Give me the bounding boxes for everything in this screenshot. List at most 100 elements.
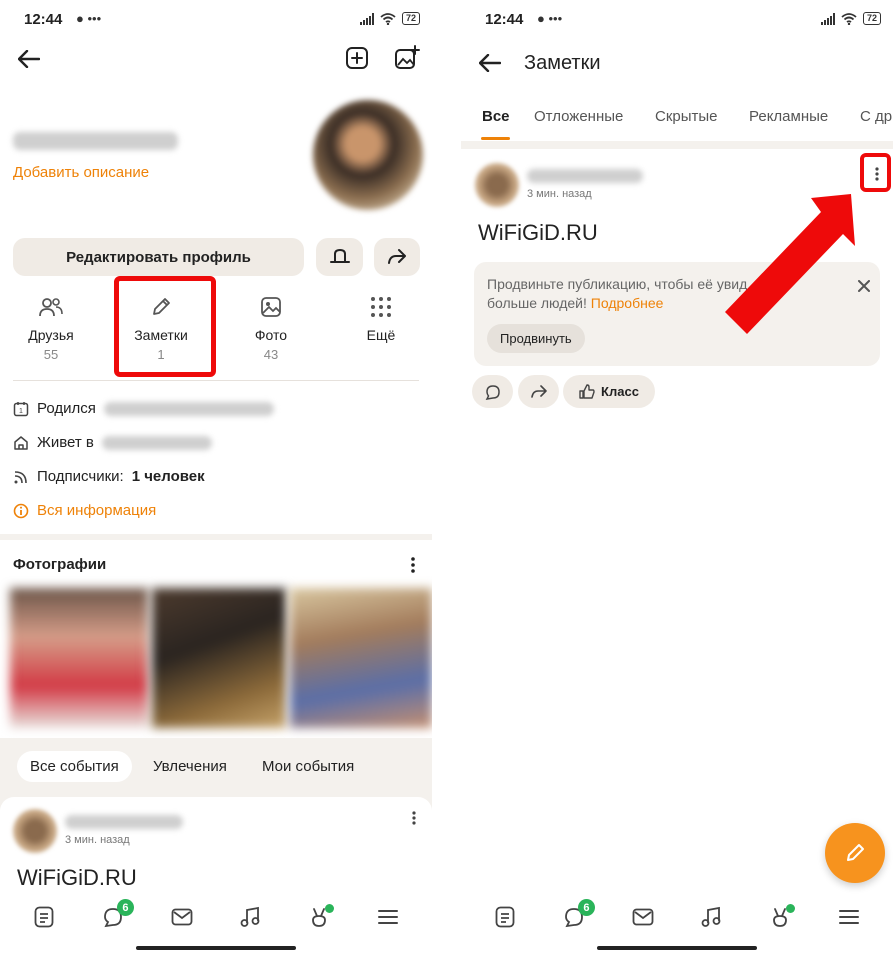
nav-chat-icon[interactable]: 6	[98, 899, 134, 932]
post-menu-icon[interactable]	[405, 809, 423, 827]
post-author-name[interactable]	[527, 169, 643, 183]
nav-music-icon[interactable]	[235, 902, 265, 932]
games-dot	[785, 904, 795, 913]
promo-text: Продвиньте публикацию, чтобы её увид бол…	[487, 275, 747, 313]
post-time: 3 мин. назад	[65, 834, 130, 846]
home-icon	[14, 435, 28, 450]
chip-all-events[interactable]: Все события	[17, 751, 132, 782]
post-avatar[interactable]	[475, 163, 519, 207]
profile-name	[13, 132, 178, 155]
status-bar: 12:44 ● ••• 72	[0, 0, 432, 38]
photos-title: Фотографии	[13, 556, 107, 573]
signal-icon	[359, 12, 374, 25]
chat-badge: 6	[116, 899, 134, 916]
status-time: 12:44	[485, 11, 524, 28]
promo-line-1: Продвиньте публикацию, чтобы её увид	[487, 276, 748, 292]
feed-post-card: 3 мин. назад WiFiGiD.RU	[0, 797, 432, 897]
stat-label: Ещё	[366, 327, 396, 343]
photos-menu-icon[interactable]	[404, 556, 422, 574]
lives-label: Живет в	[37, 434, 94, 451]
nav-menu-icon[interactable]	[373, 902, 403, 932]
divider	[13, 380, 419, 381]
status-time: 12:44	[24, 11, 63, 28]
stat-label: Фото	[254, 327, 288, 343]
wifi-icon	[380, 12, 396, 25]
info-followers[interactable]: Подписчики: 1 человек	[13, 468, 205, 485]
promote-button[interactable]: Продвинуть	[487, 324, 585, 353]
class-label: Класс	[601, 384, 639, 399]
profile-avatar[interactable]	[313, 100, 423, 210]
status-right: 72	[820, 12, 881, 25]
nav-mail-icon[interactable]	[167, 902, 197, 932]
section-divider	[461, 141, 893, 149]
home-indicator	[597, 946, 757, 950]
bottom-nav: 6	[0, 892, 432, 942]
stat-more[interactable]: Ещё	[341, 296, 421, 343]
status-right: 72	[359, 12, 420, 25]
nav-mail-icon[interactable]	[628, 902, 658, 932]
stat-label: Друзья	[28, 327, 74, 343]
share-button[interactable]	[374, 238, 420, 276]
photo-thumb[interactable]	[10, 588, 148, 728]
compose-fab[interactable]	[825, 823, 885, 883]
edit-profile-button[interactable]: Редактировать профиль	[13, 238, 304, 276]
info-lives: Живет в	[13, 434, 212, 451]
info-born: 1 Родился	[13, 400, 274, 417]
all-info-link[interactable]: Вся информация	[13, 502, 156, 519]
hat-button[interactable]	[316, 238, 363, 276]
nav-games-icon[interactable]	[304, 902, 334, 932]
nav-feed-icon[interactable]	[490, 902, 520, 932]
chip-hobbies[interactable]: Увлечения	[140, 751, 240, 782]
rss-icon	[14, 470, 27, 483]
svg-text:1: 1	[19, 408, 23, 415]
nav-feed-icon[interactable]	[29, 902, 59, 932]
nav-games-icon[interactable]	[765, 902, 795, 932]
post-avatar[interactable]	[13, 809, 57, 853]
born-label: Родился	[37, 400, 96, 417]
class-like-button[interactable]: Класс	[563, 375, 655, 408]
stat-photos[interactable]: Фото 43	[231, 296, 311, 362]
tab-hidden[interactable]: Скрытые	[655, 108, 718, 125]
add-square-icon[interactable]	[343, 44, 371, 72]
share-arrow-icon	[530, 384, 547, 398]
red-arrow-annotation	[725, 194, 855, 334]
back-arrow-icon[interactable]	[475, 48, 505, 78]
photo-thumb[interactable]	[152, 588, 286, 728]
grid-icon	[371, 297, 391, 317]
home-indicator	[136, 946, 296, 950]
photo-thumb[interactable]	[290, 588, 432, 728]
nav-menu-icon[interactable]	[834, 902, 864, 932]
hat-icon	[329, 248, 350, 263]
section-divider	[0, 534, 432, 540]
born-value	[103, 401, 274, 416]
nav-music-icon[interactable]	[696, 902, 726, 932]
promo-more-link[interactable]: Подробнее	[591, 295, 664, 311]
pencil-icon	[847, 844, 864, 861]
chip-my-events[interactable]: Мои события	[249, 751, 367, 782]
stat-count: 55	[43, 347, 59, 362]
friends-icon	[39, 298, 63, 317]
tab-other[interactable]: С др	[860, 108, 892, 125]
comment-button[interactable]	[472, 375, 513, 408]
left-screen: 12:44 ● ••• 72 Добавить описание Редакти…	[0, 0, 432, 960]
add-description-link[interactable]: Добавить описание	[13, 164, 149, 181]
notification-icons: ● •••	[537, 11, 563, 26]
tab-all[interactable]: Все	[482, 108, 510, 125]
nav-chat-icon[interactable]: 6	[559, 899, 595, 932]
tab-postponed[interactable]: Отложенные	[534, 108, 623, 125]
tab-ads[interactable]: Рекламные	[749, 108, 828, 125]
status-bar: 12:44 ● ••• 72	[461, 0, 893, 38]
menu-highlight-box	[860, 153, 891, 192]
post-author-name[interactable]	[65, 815, 183, 829]
info-icon	[13, 503, 29, 518]
post-text: WiFiGiD.RU	[478, 220, 598, 245]
chat-badge: 6	[577, 899, 595, 916]
notes-highlight-box	[114, 276, 216, 377]
stat-friends[interactable]: Друзья 55	[11, 296, 91, 362]
bottom-nav: 6	[461, 892, 893, 942]
active-tab-indicator	[481, 137, 510, 140]
back-arrow-icon[interactable]	[14, 44, 44, 74]
add-photo-icon[interactable]	[393, 44, 421, 72]
games-dot	[324, 904, 334, 913]
share-button[interactable]	[518, 375, 559, 408]
